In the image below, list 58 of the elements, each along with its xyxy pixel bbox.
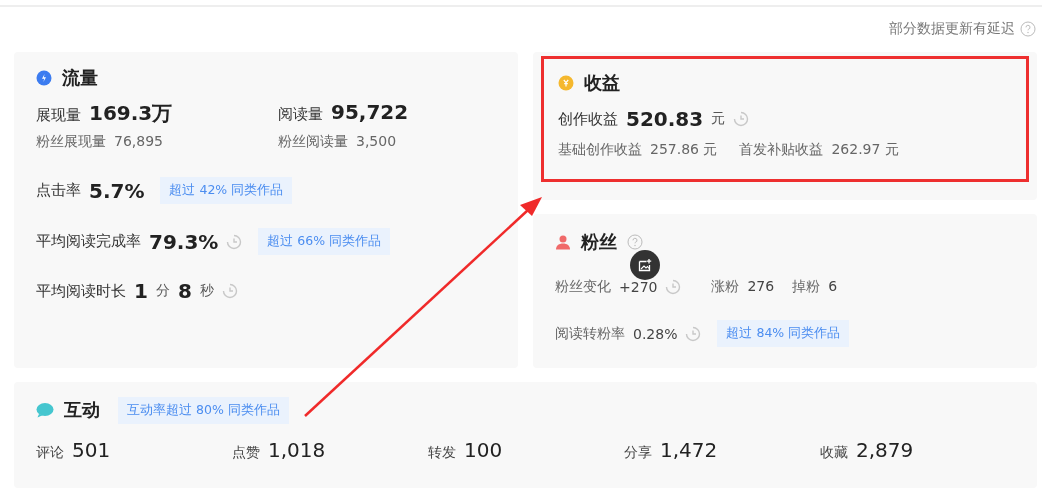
metric-value: 79.3% bbox=[149, 229, 219, 254]
metric-value: 76,895 bbox=[114, 133, 163, 149]
metric-label: 粉丝阅读量 bbox=[278, 133, 348, 151]
metric-value: 520.83 bbox=[626, 107, 704, 131]
metric-label: 涨粉 bbox=[711, 278, 740, 296]
rank-badge: 互动率超过 80% 同类作品 bbox=[118, 396, 289, 424]
chat-bubble-icon bbox=[36, 402, 54, 418]
unit-label: 分 bbox=[155, 282, 170, 300]
metric-label: 掉粉 bbox=[792, 278, 821, 296]
metric-value: 169.3万 bbox=[89, 100, 173, 127]
rank-badge: 超过 84% 同类作品 bbox=[717, 320, 850, 347]
metric-label: 平均阅读完成率 bbox=[36, 232, 141, 251]
metric-label: 收藏 bbox=[820, 444, 848, 462]
metric-value: 276 bbox=[747, 278, 775, 294]
metric-label: 粉丝变化 bbox=[555, 278, 611, 296]
metric-label: 平均阅读时长 bbox=[36, 281, 126, 301]
metric-value: 262.97 元 bbox=[831, 141, 899, 159]
metric-value: 0.28% bbox=[633, 325, 678, 342]
floating-button[interactable] bbox=[630, 250, 660, 280]
metric-label: 分享 bbox=[624, 444, 652, 462]
metric-value: 5.7% bbox=[89, 178, 145, 203]
rank-badge: 超过 66% 同类作品 bbox=[258, 228, 391, 255]
metric-label: 评论 bbox=[36, 444, 64, 462]
metric-label: 基础创作收益 bbox=[558, 141, 642, 159]
section-title: 流量 bbox=[62, 66, 98, 90]
help-icon bbox=[1020, 21, 1036, 37]
metric-label: 阅读转粉率 bbox=[555, 324, 625, 343]
metric-value: 257.86 元 bbox=[650, 141, 718, 159]
metric-value: 100 bbox=[464, 438, 503, 462]
help-icon bbox=[627, 234, 643, 250]
person-icon bbox=[555, 234, 571, 250]
metric-label: 创作收益 bbox=[558, 109, 618, 129]
metric-value: 1,472 bbox=[660, 438, 718, 462]
section-title: 粉丝 bbox=[581, 230, 617, 254]
metric-value: 95,722 bbox=[331, 100, 409, 124]
metric-value: 1,018 bbox=[268, 438, 326, 462]
metric-value: 8 bbox=[177, 279, 192, 303]
metric-label: 首发补贴收益 bbox=[739, 141, 824, 159]
metric-value: 501 bbox=[72, 438, 111, 462]
image-plus-icon bbox=[638, 258, 652, 272]
metric-value: +270 bbox=[619, 279, 658, 295]
unit-label: 元 bbox=[711, 110, 726, 128]
metric-label: 展现量 bbox=[36, 106, 81, 125]
section-title: 收益 bbox=[584, 71, 620, 95]
metric-value: 2,879 bbox=[856, 438, 914, 462]
metric-label: 点击率 bbox=[36, 181, 81, 200]
metric-value: 3,500 bbox=[356, 133, 397, 149]
metric-label: 转发 bbox=[428, 444, 456, 462]
coin-icon bbox=[558, 75, 574, 91]
metric-label: 粉丝展现量 bbox=[36, 133, 106, 151]
section-title: 互动 bbox=[64, 398, 100, 422]
metric-value: 1 bbox=[134, 279, 148, 303]
metric-label: 点赞 bbox=[232, 444, 260, 462]
notice-text: 部分数据更新有延迟 bbox=[889, 20, 1015, 38]
unit-label: 秒 bbox=[199, 282, 214, 300]
rank-badge: 超过 42% 同类作品 bbox=[160, 177, 293, 204]
metric-value: 6 bbox=[828, 278, 838, 294]
metric-label: 阅读量 bbox=[278, 105, 323, 124]
